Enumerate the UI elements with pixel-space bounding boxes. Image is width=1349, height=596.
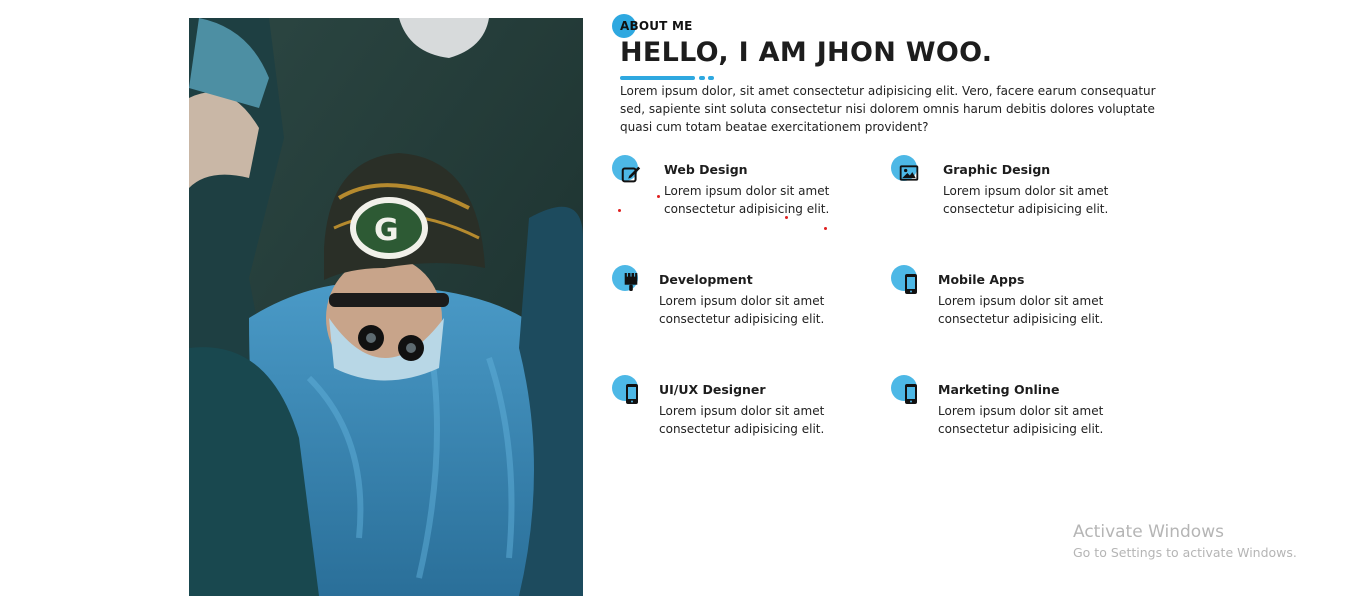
edit-icon	[612, 155, 642, 185]
paint-brush-icon	[612, 265, 642, 295]
service-title: Marketing Online	[938, 382, 1060, 397]
eyebrow: ABOUT ME	[612, 14, 1180, 38]
underline-dot	[708, 76, 714, 80]
service-desc: Lorem ipsum dolor sit amet consectetur a…	[943, 184, 1109, 216]
service-desc: Lorem ipsum dolor sit amet consectetur a…	[938, 404, 1104, 436]
svg-text:G: G	[374, 213, 399, 248]
service-title: UI/UX Designer	[659, 382, 766, 397]
mobile-icon	[891, 265, 921, 295]
service-desc: Lorem ipsum dolor sit amet consectetur a…	[659, 294, 825, 326]
service-desc: Lorem ipsum dolor sit amet consectetur a…	[664, 184, 830, 216]
page-title: HELLO, I AM JHON WOO.	[620, 37, 993, 68]
red-speck	[824, 227, 827, 230]
underline-dot	[699, 76, 705, 80]
about-section: ABOUT ME HELLO, I AM JHON WOO. Lorem ips…	[612, 14, 1180, 136]
image-icon	[891, 155, 921, 185]
title-underline	[620, 74, 1180, 82]
service-title: Web Design	[664, 162, 748, 177]
profile-photo: G	[189, 18, 583, 596]
intro-text: Lorem ipsum dolor, sit amet consectetur …	[620, 84, 1156, 134]
service-desc: Lorem ipsum dolor sit amet consectetur a…	[938, 294, 1104, 326]
service-title: Development	[659, 272, 753, 287]
eyebrow-label: ABOUT ME	[620, 19, 693, 33]
watermark-subtitle: Go to Settings to activate Windows.	[1073, 545, 1297, 560]
service-desc: Lorem ipsum dolor sit amet consectetur a…	[659, 404, 825, 436]
activate-windows-watermark: Activate Windows Go to Settings to activ…	[1073, 521, 1297, 563]
mobile-icon	[891, 375, 921, 405]
red-speck	[657, 195, 660, 198]
watermark-title: Activate Windows	[1073, 522, 1224, 542]
service-title: Graphic Design	[943, 162, 1051, 177]
mobile-icon	[612, 375, 642, 405]
red-speck	[618, 209, 621, 212]
service-title: Mobile Apps	[938, 272, 1025, 287]
red-speck	[785, 216, 788, 219]
underline-bar	[620, 76, 695, 80]
